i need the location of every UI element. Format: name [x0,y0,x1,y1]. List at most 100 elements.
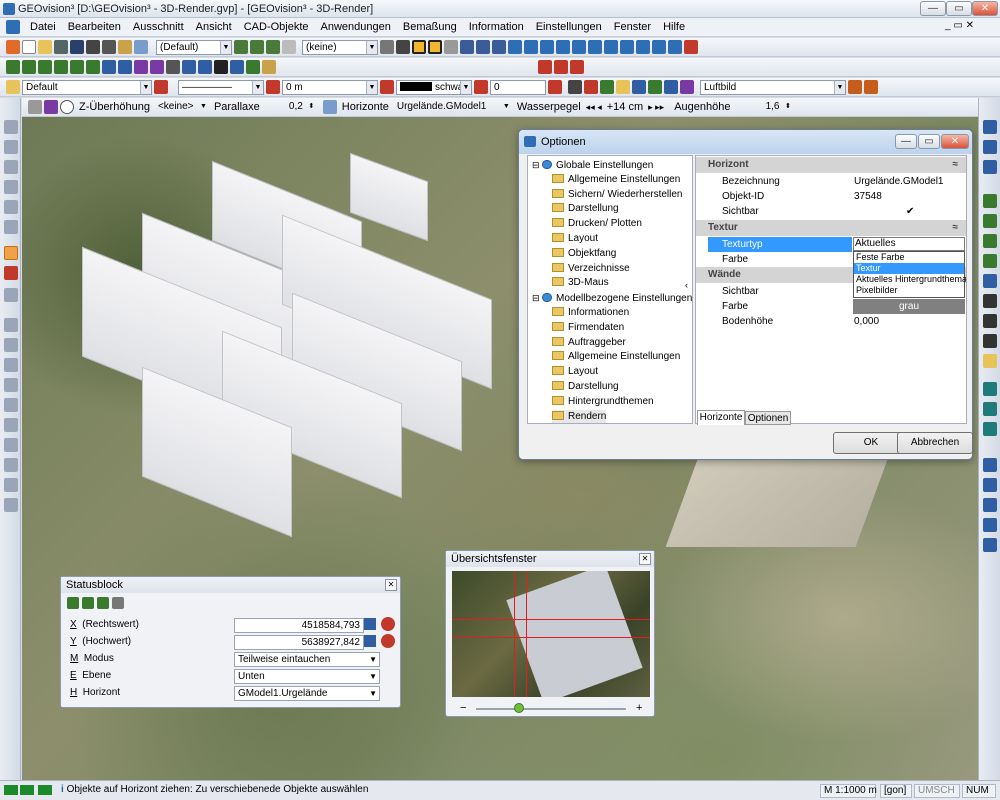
tree-item[interactable]: Drucken/ Plotten [552,217,642,231]
close-button[interactable]: ✕ [972,1,998,16]
sym-g-icon[interactable] [664,80,678,94]
options-min-button[interactable]: — [895,134,917,149]
bg-tool-icon[interactable] [848,80,862,94]
zoom-b-icon[interactable] [540,40,554,54]
zoom-d-icon[interactable] [572,40,586,54]
cross-tool-icon[interactable] [380,40,394,54]
tree-item[interactable]: 3D-Maus [552,276,609,290]
menu-einstellungen[interactable]: Einstellungen [530,21,608,33]
dropdown-option[interactable]: Textur [854,263,964,274]
view-f-icon[interactable] [983,498,997,512]
mdi-controls[interactable]: _ ▭ ✕ [945,20,974,31]
tool-f-icon[interactable] [4,398,18,412]
zoom-j-icon[interactable] [668,40,682,54]
status-tool-b-icon[interactable] [82,597,95,609]
layer-tool3-icon[interactable] [266,40,280,54]
options-max-button[interactable]: ▭ [918,134,940,149]
zoom-h-icon[interactable] [636,40,650,54]
overview-zoom-slider[interactable] [476,708,626,710]
tool-i-icon[interactable] [4,458,18,472]
menu-anwendungen[interactable]: Anwendungen [315,21,397,33]
edit-tool2-icon[interactable] [554,60,568,74]
table-tool-icon[interactable] [230,60,244,74]
minimize-button[interactable]: — [920,1,946,16]
color-select[interactable]: schwarz ▼ [396,79,472,95]
tree-item[interactable]: Objektfang [552,247,616,261]
tool-mirror-icon[interactable] [4,200,18,214]
pick-x-icon[interactable] [381,617,395,631]
layer-select[interactable]: (Default) ▼ [156,39,232,55]
sym-c-icon[interactable] [600,80,614,94]
symbol-tool-icon[interactable] [134,60,148,74]
expand-icon[interactable]: ⊟ [532,293,542,303]
nav-icon[interactable] [508,40,522,54]
tool-move-icon[interactable] [4,140,18,154]
sym-b-icon[interactable] [584,80,598,94]
tab-horizonte[interactable]: Horizonte [697,410,745,425]
zoom-mag3-icon[interactable] [983,334,997,348]
overview-close-icon[interactable]: ✕ [639,553,651,565]
status-row-value[interactable]: 5638927,842 [234,635,364,650]
cancel-button[interactable]: Abbrechen [897,432,973,454]
tree-item[interactable]: Rendern [552,409,607,423]
maximize-button[interactable]: ▭ [946,1,972,16]
point-tool-icon[interactable] [6,60,20,74]
zoom-c-icon[interactable] [556,40,570,54]
paste-icon[interactable] [118,40,132,54]
tool-d-icon[interactable] [4,358,18,372]
select-tool-icon[interactable] [396,40,410,54]
width-select[interactable]: 0 m ▼ [282,79,378,95]
tool-active-icon[interactable] [4,246,18,260]
tool-scale-icon[interactable] [4,180,18,194]
new-file-icon[interactable] [22,40,36,54]
prop-objekt-id[interactable]: Objekt-ID 37548 [696,189,966,204]
sym-d-icon[interactable] [616,80,630,94]
menu-ansicht[interactable]: Ansicht [190,21,238,33]
block-tool-icon[interactable] [182,60,196,74]
sichtbar-checkbox[interactable]: ✔ [906,204,914,219]
tree-item[interactable]: Darstellung [552,380,619,394]
dropdown-option[interactable]: Aktuelles Hintergrundthema [854,274,966,285]
color-tool-icon[interactable] [474,80,488,94]
status-row-value[interactable]: 4518584,793 [234,618,364,633]
save-icon[interactable] [70,40,84,54]
grid3-icon[interactable] [492,40,506,54]
statusblock-close-icon[interactable]: ✕ [385,579,397,591]
print-icon[interactable] [86,40,100,54]
tree-item[interactable]: Sichern/ Wiederherstellen [552,188,683,202]
overview-zoom-in-button[interactable]: + [636,702,642,714]
zoom-i-icon[interactable] [652,40,666,54]
tree-item[interactable]: Darstellung [552,202,619,216]
status-row-value[interactable]: Teilweise eintauchen ▼ [234,652,380,667]
grid2-icon[interactable] [476,40,490,54]
copy-icon[interactable] [102,40,116,54]
tool-k-icon[interactable] [4,498,18,512]
style-tool-icon[interactable] [154,80,168,94]
sym-f-icon[interactable] [648,80,662,94]
tree-item[interactable]: Layout [552,365,598,379]
dropdown-option[interactable]: Feste Farbe [854,252,964,263]
linetype-select[interactable]: ————— ▼ [178,79,264,95]
status-row-value[interactable]: Unten ▼ [234,669,380,684]
view-g-icon[interactable] [983,518,997,532]
tree-item[interactable]: Firmendaten [552,321,624,335]
zoom-g-icon[interactable] [620,40,634,54]
tool-b-icon[interactable] [4,318,18,332]
polygon-tool-icon[interactable] [86,60,100,74]
menu-bearbeiten[interactable]: Bearbeiten [62,21,127,33]
tree-item[interactable]: Auftraggeber [552,336,626,350]
layer-tool4-icon[interactable] [282,40,296,54]
image-tool-icon[interactable] [246,60,260,74]
zoom-f-icon[interactable] [604,40,618,54]
tree-item[interactable]: Layout [552,232,598,246]
tree-item[interactable]: Verzeichnisse [552,262,630,276]
tool-select-icon[interactable] [4,120,18,134]
curve-tool-icon[interactable] [70,60,84,74]
options-close-button[interactable]: ✕ [941,134,969,149]
edit-tool-icon[interactable] [538,60,552,74]
options-tree[interactable]: ⊟ Globale Einstellungen Allgemeine Einste… [527,155,693,424]
menu-datei[interactable]: Datei [24,21,62,33]
sym-e-icon[interactable] [632,80,646,94]
zoom-in-icon[interactable] [983,194,997,208]
expand-icon[interactable]: ⊟ [532,160,542,170]
